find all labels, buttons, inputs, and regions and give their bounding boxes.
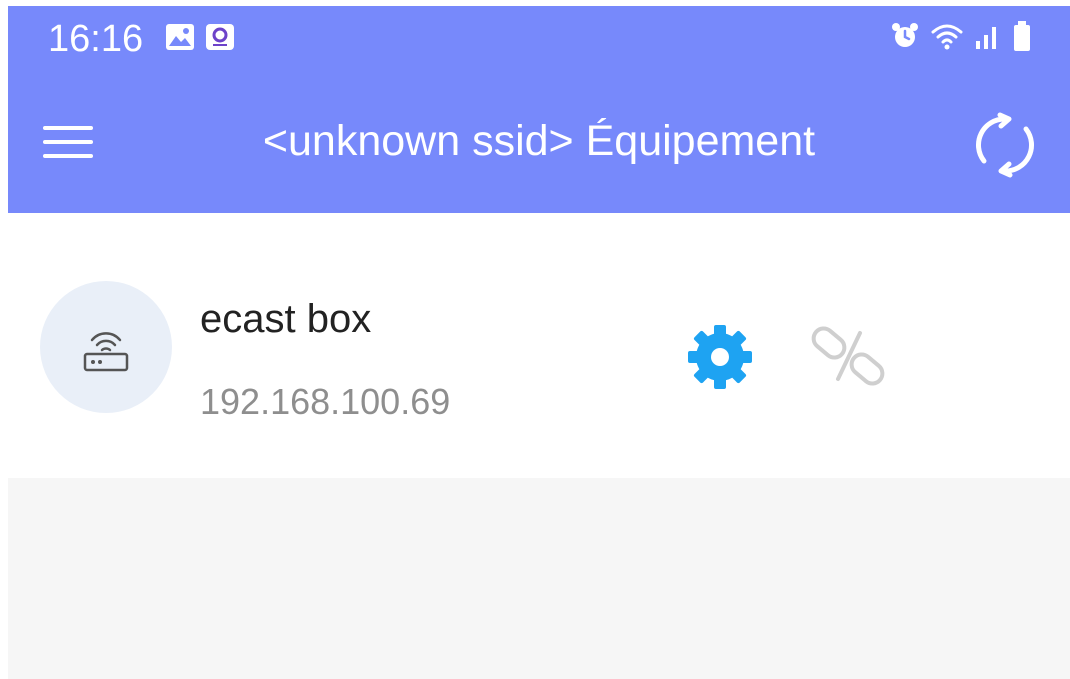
refresh-button[interactable] <box>970 110 1040 180</box>
page-title: <unknown ssid> Équipement <box>262 117 816 165</box>
gallery-icon <box>166 24 194 50</box>
signal-icon <box>976 27 996 49</box>
unlink-icon <box>811 326 885 386</box>
status-right-icons <box>890 20 1032 52</box>
device-list-item[interactable]: ecast box 192.168.100.69 <box>8 213 1070 478</box>
status-time: 16:16 <box>48 18 144 60</box>
device-name: ecast box <box>200 297 372 341</box>
router-icon <box>83 332 129 372</box>
battery-icon <box>1014 21 1030 51</box>
app-screen: 16:16 <unknown ssid> Équipement ecast bo… <box>8 6 1070 679</box>
status-left-icons <box>165 23 235 51</box>
alarm-icon <box>892 23 918 47</box>
device-settings-button[interactable] <box>680 317 760 397</box>
device-ip-address: 192.168.100.69 <box>200 381 451 422</box>
wifi-icon <box>931 24 963 50</box>
settings-gear-icon <box>688 325 752 389</box>
app-notification-icon <box>206 24 234 50</box>
app-bar: 16:16 <unknown ssid> Équipement <box>8 6 1070 213</box>
refresh-icon <box>975 112 1035 178</box>
device-avatar <box>40 281 172 413</box>
unlink-device-button[interactable] <box>804 311 894 401</box>
